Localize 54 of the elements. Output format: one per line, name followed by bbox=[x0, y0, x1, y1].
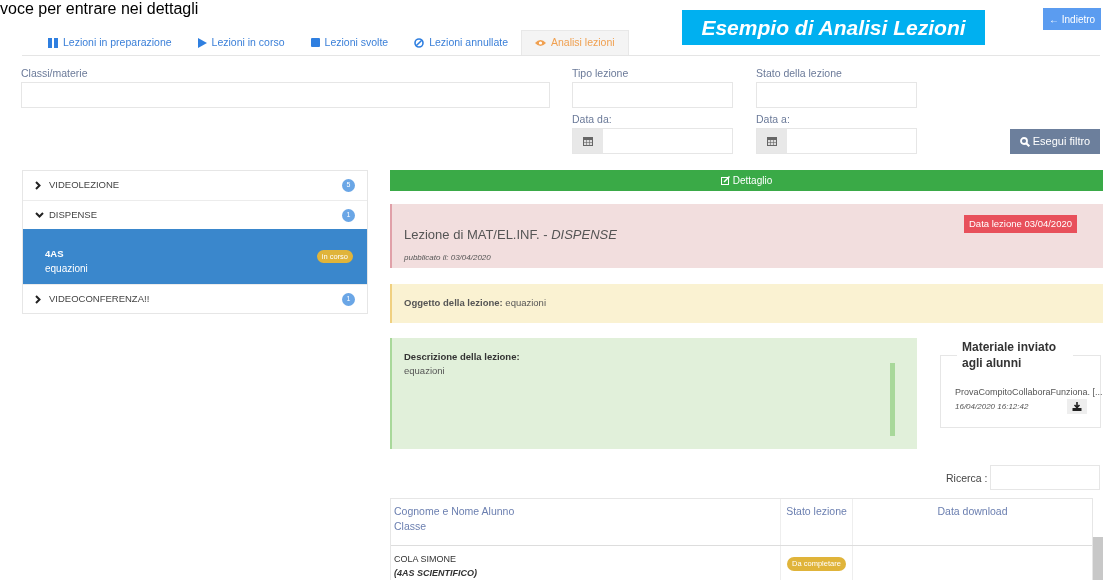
select-field[interactable] bbox=[21, 82, 550, 108]
date-badge: Data lezione 03/04/2020 bbox=[964, 215, 1077, 234]
category-label: DISPENSE bbox=[49, 207, 98, 222]
chevron-right-icon bbox=[35, 294, 41, 304]
scrollbar[interactable] bbox=[1093, 537, 1103, 580]
pause-icon bbox=[48, 37, 58, 48]
download-button[interactable] bbox=[1067, 399, 1087, 414]
caption-text: voce per entrare nei dettagli bbox=[0, 0, 199, 18]
table-cell: COLA SIMONE (4AS SCIENTIFICO) bbox=[391, 546, 781, 580]
description-label: Descrizione della lezione: bbox=[404, 350, 521, 364]
chevron-down-icon bbox=[35, 212, 44, 218]
edit-icon bbox=[720, 176, 730, 185]
download-icon bbox=[1072, 402, 1082, 411]
date-field[interactable] bbox=[756, 128, 917, 154]
column-header[interactable]: Cognome e Nome Alunno Classe bbox=[391, 499, 781, 545]
field-label: Tipo lezione bbox=[572, 66, 629, 81]
field-label: Classi/materie bbox=[21, 66, 88, 81]
field-label: Stato della lezione bbox=[756, 66, 842, 81]
select-field[interactable] bbox=[756, 82, 917, 108]
filter-button[interactable]: Esegui filtro bbox=[1010, 129, 1100, 154]
field-label: Data a: bbox=[756, 112, 790, 127]
subject-text: Oggetto della lezione: equazioni bbox=[404, 296, 546, 311]
lesson-topic: equazioni bbox=[45, 262, 88, 277]
column-header[interactable]: Stato lezione bbox=[781, 499, 853, 545]
file-timestamp: 16/04/2020 16:12:42 bbox=[955, 401, 1029, 413]
detail-header: Dettaglio bbox=[390, 170, 1103, 191]
field-label: Data da: bbox=[572, 112, 612, 127]
class-name: 4AS bbox=[45, 246, 65, 261]
back-button[interactable]: ← Indietro bbox=[1043, 8, 1102, 30]
tab[interactable]: Lezioni in preparazione bbox=[35, 30, 185, 55]
tab[interactable]: Lezioni svolte bbox=[297, 30, 402, 55]
square-icon bbox=[310, 38, 320, 47]
play-icon bbox=[197, 37, 207, 48]
material-title: Materiale inviato agli alunni bbox=[957, 339, 1073, 371]
banner-title: Esempio di Analisi Lezioni bbox=[682, 10, 985, 45]
search-label: Ricerca : bbox=[946, 471, 988, 486]
tab[interactable]: Lezioni in corso bbox=[184, 30, 298, 55]
ban-icon bbox=[414, 37, 425, 48]
tab[interactable]: Lezioni annullate bbox=[401, 30, 521, 55]
category-label: VIDEOCONFERENZA!! bbox=[49, 291, 150, 306]
date-field[interactable] bbox=[572, 128, 733, 154]
category-label: VIDEOLEZIONE bbox=[49, 178, 120, 193]
column-header[interactable]: Data download bbox=[853, 499, 1092, 545]
search-icon bbox=[1019, 136, 1030, 147]
file-link[interactable]: ProvaCompitoCollaboraFunziona. [... bbox=[955, 386, 1103, 400]
description-text: equazioni bbox=[404, 364, 446, 379]
search-field[interactable] bbox=[990, 465, 1100, 490]
calendar-icon bbox=[583, 136, 593, 146]
calendar-icon bbox=[767, 136, 777, 146]
published-date: pubblicato il: 03/04/2020 bbox=[404, 252, 492, 264]
chevron-right-icon bbox=[35, 181, 41, 190]
lesson-title: Lezione di MAT/EL.INF. - DISPENSE bbox=[404, 226, 617, 244]
eye-icon bbox=[535, 39, 546, 47]
select-field[interactable] bbox=[572, 82, 733, 108]
